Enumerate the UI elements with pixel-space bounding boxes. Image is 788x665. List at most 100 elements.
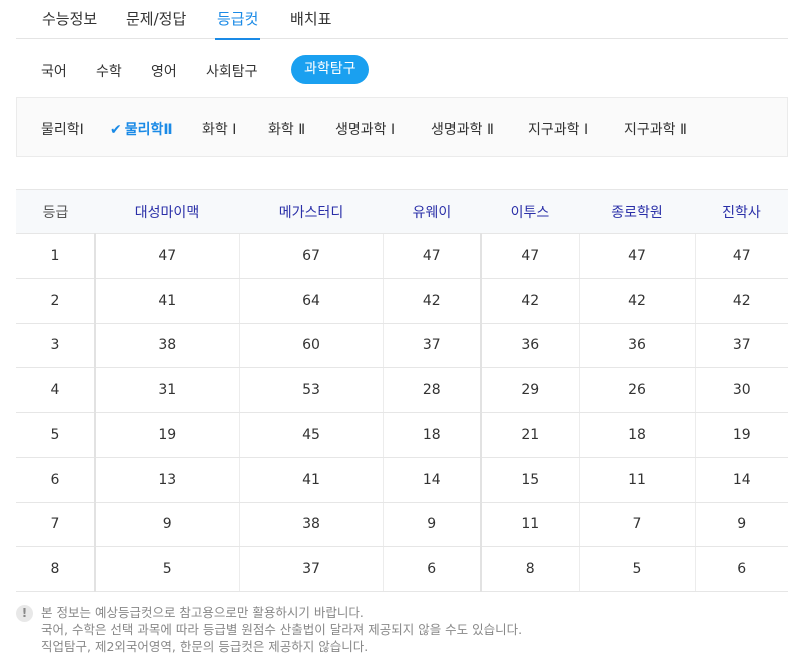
header-etoos: 이투스: [481, 189, 579, 234]
score-cell: 38: [94, 323, 239, 369]
score-cell: 19: [94, 412, 239, 458]
notice-line: 본 정보는 예상등급컷으로 참고용으로만 활용하시기 바랍니다.: [41, 605, 364, 620]
header-daesung: 대성마이맥: [95, 189, 239, 234]
grade-cell: 8: [16, 546, 95, 592]
score-cell: 21: [480, 412, 579, 458]
header-grade: 등급: [16, 189, 95, 234]
grade-cell: 6: [16, 457, 95, 503]
score-cell: 29: [480, 367, 579, 413]
score-cell: 41: [94, 278, 239, 324]
subject-tab-korean[interactable]: 국어: [41, 61, 67, 81]
science-physics-1[interactable]: 물리학Ⅰ: [41, 119, 84, 139]
score-cell: 11: [578, 457, 695, 503]
top-tabs: 수능정보 문제/정답 등급컷 배치표: [16, 0, 788, 40]
table-row: 1 47 67 47 47 47 47: [16, 233, 788, 279]
score-cell: 14: [694, 457, 788, 503]
science-chemistry-2[interactable]: 화학 Ⅱ: [268, 119, 305, 139]
notice-lines: 본 정보는 예상등급컷으로 참고용으로만 활용하시기 바랍니다. 국어, 수학은…: [41, 604, 781, 655]
header-uway: 유웨이: [383, 189, 481, 234]
table-row: 5 19 45 18 21 18 19: [16, 412, 788, 458]
score-cell: 15: [480, 457, 579, 503]
score-cell: 37: [238, 546, 383, 592]
tab-placement-chart[interactable]: 배치표: [290, 8, 331, 29]
score-cell: 14: [382, 457, 481, 503]
grade-cut-table: 등급 대성마이맥 메가스터디 유웨이 이투스 종로학원 진학사 1 47 67 …: [16, 189, 788, 592]
score-cell: 13: [94, 457, 239, 503]
tab-grade-cut[interactable]: 등급컷: [214, 8, 261, 40]
table-row: 8 5 37 6 8 5 6: [16, 546, 788, 592]
header-megastudy: 메가스터디: [239, 189, 383, 234]
score-cell: 7: [578, 502, 695, 548]
score-cell: 53: [238, 367, 383, 413]
check-icon: ✔: [110, 122, 122, 138]
score-cell: 28: [382, 367, 481, 413]
tab-suneung-info[interactable]: 수능정보: [42, 8, 97, 29]
science-chemistry-1[interactable]: 화학 Ⅰ: [202, 119, 236, 139]
grade-cell: 7: [16, 502, 95, 548]
score-cell: 47: [480, 233, 579, 279]
header-jinhak: 진학사: [695, 189, 788, 234]
grade-cell: 2: [16, 278, 95, 324]
score-cell: 30: [694, 367, 788, 413]
score-cell: 60: [238, 323, 383, 369]
score-cell: 9: [694, 502, 788, 548]
score-cell: 9: [382, 502, 481, 548]
score-cell: 18: [382, 412, 481, 458]
grade-cell: 5: [16, 412, 95, 458]
score-cell: 42: [480, 278, 579, 324]
score-cell: 11: [480, 502, 579, 548]
subject-tabs: 국어 수학 영어 사회탐구 과학탐구: [16, 50, 788, 90]
table-row: 6 13 41 14 15 11 14: [16, 457, 788, 503]
tab-questions-answers[interactable]: 문제/정답: [126, 8, 186, 29]
score-cell: 9: [94, 502, 239, 548]
score-cell: 19: [694, 412, 788, 458]
science-life-science-1[interactable]: 생명과학 Ⅰ: [335, 119, 395, 139]
exclamation-icon: !: [16, 605, 33, 622]
score-cell: 6: [694, 546, 788, 592]
subject-tab-social[interactable]: 사회탐구: [206, 61, 258, 81]
table-row: 2 41 64 42 42 42 42: [16, 278, 788, 324]
science-earth-science-1[interactable]: 지구과학 Ⅰ: [528, 119, 588, 139]
score-cell: 6: [382, 546, 481, 592]
score-cell: 31: [94, 367, 239, 413]
header-jongro: 종로학원: [579, 189, 695, 234]
science-physics-2-label: 물리학Ⅱ: [124, 122, 173, 138]
subject-tab-math[interactable]: 수학: [96, 61, 122, 81]
table-row: 7 9 38 9 11 7 9: [16, 502, 788, 548]
notice-line: 직업탐구, 제2외국어영역, 한문의 등급컷은 제공하지 않습니다.: [41, 639, 369, 654]
score-cell: 47: [578, 233, 695, 279]
table-header-row: 등급 대성마이맥 메가스터디 유웨이 이투스 종로학원 진학사: [16, 189, 788, 234]
score-cell: 42: [382, 278, 481, 324]
score-cell: 41: [238, 457, 383, 503]
score-cell: 47: [382, 233, 481, 279]
score-cell: 36: [480, 323, 579, 369]
grade-cell: 1: [16, 233, 95, 279]
score-cell: 37: [694, 323, 788, 369]
score-cell: 5: [94, 546, 239, 592]
notice-line: 국어, 수학은 선택 과목에 따라 등급별 원점수 산출법이 달라져 제공되지 …: [41, 622, 523, 637]
score-cell: 64: [238, 278, 383, 324]
score-cell: 38: [238, 502, 383, 548]
score-cell: 42: [578, 278, 695, 324]
score-cell: 36: [578, 323, 695, 369]
score-cell: 47: [694, 233, 788, 279]
score-cell: 18: [578, 412, 695, 458]
score-cell: 37: [382, 323, 481, 369]
score-cell: 26: [578, 367, 695, 413]
score-cell: 42: [694, 278, 788, 324]
science-subject-selector: 물리학Ⅰ ✔ 물리학Ⅱ 화학 Ⅰ 화학 Ⅱ 생명과학 Ⅰ 생명과학 Ⅱ 지구과학 …: [16, 97, 788, 157]
score-cell: 47: [94, 233, 239, 279]
grade-cell: 3: [16, 323, 95, 369]
score-cell: 67: [238, 233, 383, 279]
table-row: 3 38 60 37 36 36 37: [16, 323, 788, 369]
score-cell: 5: [578, 546, 695, 592]
subject-tab-english[interactable]: 영어: [151, 61, 177, 81]
score-cell: 8: [480, 546, 579, 592]
grade-cell: 4: [16, 367, 95, 413]
score-cell: 45: [238, 412, 383, 458]
subject-tab-science[interactable]: 과학탐구: [291, 55, 369, 84]
table-row: 4 31 53 28 29 26 30: [16, 367, 788, 413]
science-life-science-2[interactable]: 생명과학 Ⅱ: [431, 119, 494, 139]
science-physics-2[interactable]: ✔ 물리학Ⅱ: [110, 119, 173, 139]
science-earth-science-2[interactable]: 지구과학 Ⅱ: [624, 119, 687, 139]
